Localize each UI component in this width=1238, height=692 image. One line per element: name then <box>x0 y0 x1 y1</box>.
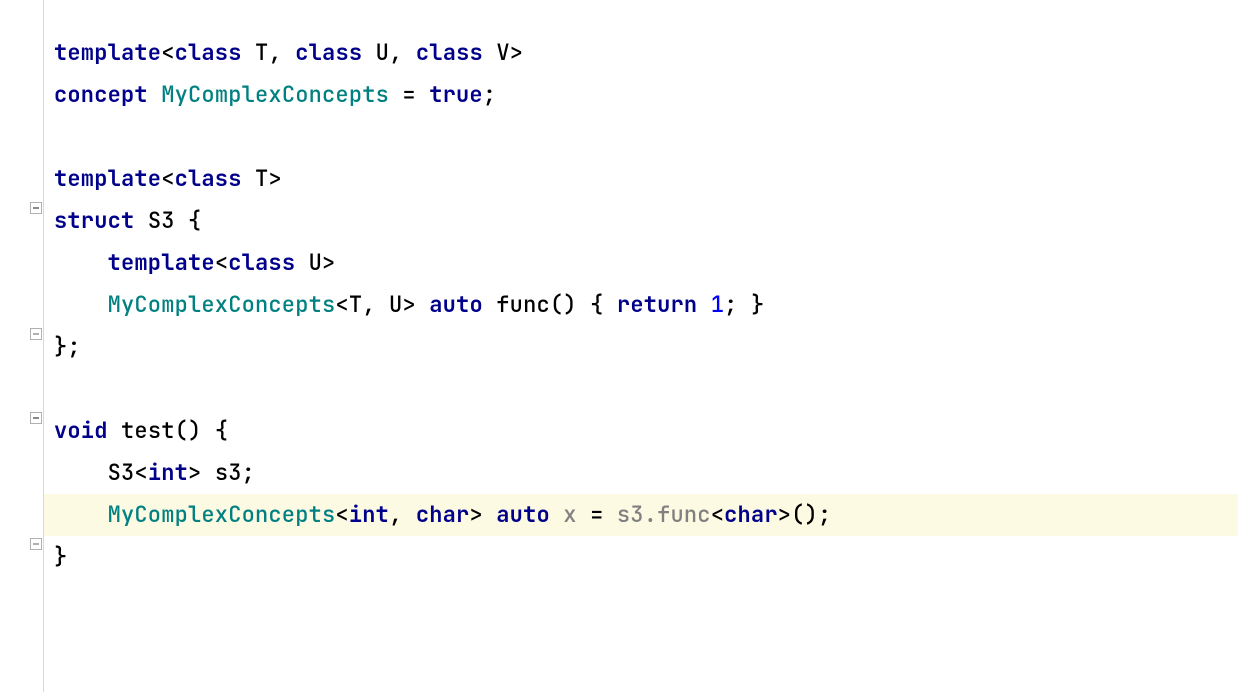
keyword-template: template <box>54 38 161 67</box>
code-line[interactable]: S3<int> s3; <box>44 452 1238 494</box>
fold-end-icon[interactable] <box>30 538 42 550</box>
code-line[interactable]: void test() { <box>44 410 1238 452</box>
type-param-U: U <box>376 38 389 67</box>
concept-name: MyComplexConcepts <box>161 80 389 109</box>
struct-name-S3: S3 <box>148 206 175 235</box>
code-line[interactable]: } <box>44 536 1238 578</box>
code-line-highlighted[interactable]: MyComplexConcepts<int, char> auto x = s3… <box>44 494 1238 536</box>
code-line[interactable]: template<class U> <box>44 242 1238 284</box>
fold-icon[interactable] <box>30 202 42 214</box>
keyword-auto: auto <box>429 290 483 319</box>
code-line[interactable]: struct S3 { <box>44 200 1238 242</box>
keyword-concept: concept <box>54 80 148 109</box>
func-name: func <box>496 290 550 319</box>
brace-close-semi: }; <box>54 332 81 361</box>
keyword-char: char <box>416 500 470 529</box>
number-literal: 1 <box>711 290 724 319</box>
code-line[interactable]: }; <box>44 326 1238 368</box>
keyword-return: return <box>617 290 697 319</box>
code-line[interactable]: MyComplexConcepts<T, U> auto func() { re… <box>44 284 1238 326</box>
brace-close: } <box>54 542 67 571</box>
keyword-int: int <box>148 458 188 487</box>
keyword-class: class <box>175 38 242 67</box>
code-line-blank[interactable] <box>44 368 1238 410</box>
code-line-blank[interactable] <box>44 116 1238 158</box>
var-x: x <box>563 500 576 529</box>
editor-gutter <box>0 0 44 692</box>
code-line[interactable]: template<class T> <box>44 158 1238 200</box>
keyword-struct: struct <box>54 206 134 235</box>
var-s3: s3 <box>215 458 242 487</box>
code-line[interactable]: concept MyComplexConcepts = true; <box>44 74 1238 116</box>
fold-icon[interactable] <box>30 412 42 424</box>
angle-open: < <box>161 38 174 67</box>
code-line[interactable]: template<class T, class U, class V> <box>44 32 1238 74</box>
type-param-V: V <box>496 38 509 67</box>
func-name-test: test <box>121 416 175 445</box>
keyword-true: true <box>429 80 483 109</box>
angle-close: > <box>510 38 523 67</box>
type-param-T: T <box>255 38 268 67</box>
fold-end-icon[interactable] <box>30 328 42 340</box>
code-editor[interactable]: template<class T, class U, class V> conc… <box>44 0 1238 692</box>
brace-open: { <box>188 206 201 235</box>
keyword-void: void <box>54 416 108 445</box>
